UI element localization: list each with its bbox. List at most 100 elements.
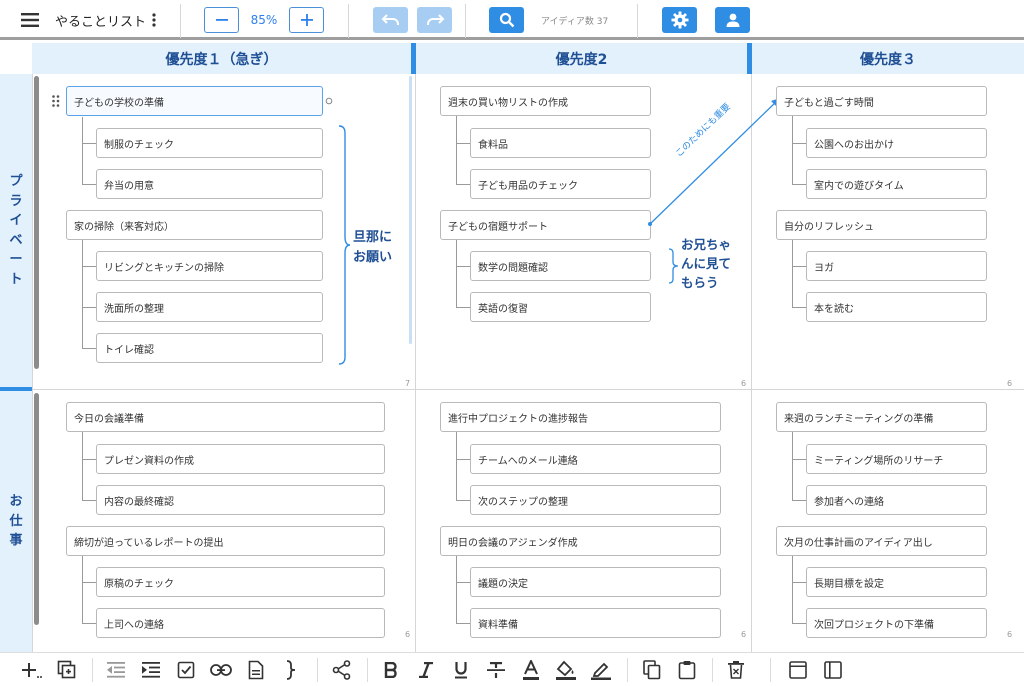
idea-node[interactable]: 次回プロジェクトの下準備	[806, 608, 987, 638]
idea-node[interactable]: 室内での遊びタイム	[806, 169, 987, 199]
add-node-button[interactable]	[20, 658, 44, 682]
tree-connector	[792, 184, 806, 185]
account-button[interactable]	[715, 7, 750, 33]
idea-node[interactable]: 進行中プロジェクトの進捗報告	[440, 402, 721, 432]
vertical-scrollbar[interactable]	[409, 76, 412, 344]
idea-node[interactable]: 締切が迫っているレポートの提出	[66, 526, 385, 556]
outdent-button[interactable]	[104, 658, 128, 682]
idea-node[interactable]: 弁当の用意	[96, 169, 323, 199]
underline-button[interactable]	[449, 658, 473, 682]
vertical-scrollbar[interactable]	[34, 393, 39, 625]
idea-node[interactable]: 公園へのお出かけ	[806, 128, 987, 158]
idea-node[interactable]: ヨガ	[806, 251, 987, 281]
copy-button[interactable]	[640, 658, 664, 682]
link-button[interactable]	[209, 658, 233, 682]
idea-node[interactable]: 上司への連絡	[96, 608, 385, 638]
connect-button[interactable]	[330, 658, 354, 682]
tree-connector	[82, 348, 96, 349]
row-header-work: お 仕 事	[0, 391, 32, 652]
idea-node[interactable]: 子どもの学校の準備	[66, 86, 323, 116]
idea-node[interactable]: 次のステップの整理	[470, 485, 721, 515]
idea-node[interactable]: 来週のランチミーティングの準備	[776, 402, 987, 432]
idea-node[interactable]: 食料品	[470, 128, 651, 158]
checkbox-button[interactable]	[174, 658, 198, 682]
column-header-priority-3: 優先度３	[752, 43, 1024, 74]
tree-connector	[82, 266, 96, 267]
idea-node[interactable]: 内容の最終確認	[96, 485, 385, 515]
idea-node[interactable]: 子どもの宿題サポート	[440, 210, 651, 240]
tree-connector	[792, 307, 806, 308]
idea-node[interactable]: チームへのメール連絡	[470, 444, 721, 474]
fill-color-button[interactable]	[554, 658, 578, 682]
strikethrough-button[interactable]	[484, 658, 508, 682]
idea-node[interactable]: 家の掃除（来客対応）	[66, 210, 323, 240]
tree-connector	[456, 432, 457, 500]
undo-button[interactable]	[373, 7, 408, 33]
add-box-button[interactable]	[55, 658, 79, 682]
idea-node[interactable]: トイレ確認	[96, 333, 323, 363]
idea-node[interactable]: 原稿のチェック	[96, 567, 385, 597]
document-button[interactable]	[244, 658, 268, 682]
idea-node[interactable]: 明日の会議のアジェンダ作成	[440, 526, 721, 556]
idea-node[interactable]: 次月の仕事計画のアイディア出し	[776, 526, 987, 556]
idea-node[interactable]: 今日の会議準備	[66, 402, 385, 432]
tree-connector	[82, 432, 83, 500]
top-toolbar: やることリスト 85% アイディア数 37	[0, 0, 1024, 40]
highlight-button[interactable]	[589, 658, 613, 682]
more-vert-icon	[152, 13, 156, 27]
more-button[interactable]	[147, 9, 161, 31]
idea-node[interactable]: ミーティング場所のリサーチ	[806, 444, 987, 474]
group-brace-icon	[668, 248, 679, 284]
idea-node[interactable]: 制服のチェック	[96, 128, 323, 158]
idea-node[interactable]: リビングとキッチンの掃除	[96, 251, 323, 281]
menu-button[interactable]	[18, 9, 42, 31]
idea-node[interactable]: 資料準備	[470, 608, 721, 638]
paste-button[interactable]	[675, 658, 699, 682]
idea-node[interactable]: 長期目標を設定	[806, 567, 987, 597]
idea-node[interactable]: 洗面所の整理	[96, 292, 323, 322]
italic-button[interactable]	[414, 658, 438, 682]
text-color-icon	[523, 660, 539, 680]
idea-node[interactable]: 数学の問題確認	[470, 251, 651, 281]
brace-icon	[286, 660, 296, 680]
tree-connector	[456, 582, 470, 583]
idea-node[interactable]: 参加者への連絡	[806, 485, 987, 515]
toolbar-divider	[367, 658, 368, 682]
idea-node[interactable]: 本を読む	[806, 292, 987, 322]
idea-node[interactable]: プレゼン資料の作成	[96, 444, 385, 474]
idea-node[interactable]: 自分のリフレッシュ	[776, 210, 987, 240]
settings-button[interactable]	[662, 7, 697, 33]
search-button[interactable]	[489, 7, 524, 33]
column-header-priority-2: 優先度2	[416, 43, 747, 74]
add-box-icon	[57, 660, 76, 679]
idea-node[interactable]: 議題の決定	[470, 567, 721, 597]
text-color-button[interactable]	[519, 658, 543, 682]
drag-handle-icon[interactable]	[52, 95, 60, 107]
redo-button[interactable]	[417, 7, 452, 33]
idea-node[interactable]: 子どもと過ごす時間	[776, 86, 987, 116]
account-icon	[726, 13, 739, 27]
fill-color-icon	[556, 660, 576, 680]
bold-button[interactable]	[379, 658, 403, 682]
idea-node[interactable]: 週末の買い物リストの作成	[440, 86, 651, 116]
zoom-out-button[interactable]	[204, 7, 239, 33]
idea-node[interactable]: 英語の復習	[470, 292, 651, 322]
split-pane-button[interactable]	[821, 658, 845, 682]
idea-node[interactable]: 子ども用品のチェック	[470, 169, 651, 199]
zoom-in-button[interactable]	[289, 7, 324, 33]
single-pane-button[interactable]	[786, 658, 810, 682]
tree-connector	[82, 623, 96, 624]
brace-button[interactable]	[279, 658, 303, 682]
add-node-icon	[22, 663, 42, 678]
annotation-note: お兄ちゃ んに見て もらう	[681, 237, 732, 290]
tree-connector	[82, 582, 96, 583]
tree-connector	[792, 556, 793, 623]
indent-button[interactable]	[139, 658, 163, 682]
row-header-private: プ ラ イ ベ ー ト	[0, 74, 32, 387]
vertical-scrollbar[interactable]	[34, 76, 39, 369]
toolbar-divider	[770, 658, 771, 682]
column-header-priority-1: 優先度１（急ぎ）	[32, 43, 411, 74]
grid-divider	[32, 389, 1024, 390]
connector-handle-icon[interactable]	[325, 97, 333, 105]
delete-button[interactable]	[724, 658, 748, 682]
